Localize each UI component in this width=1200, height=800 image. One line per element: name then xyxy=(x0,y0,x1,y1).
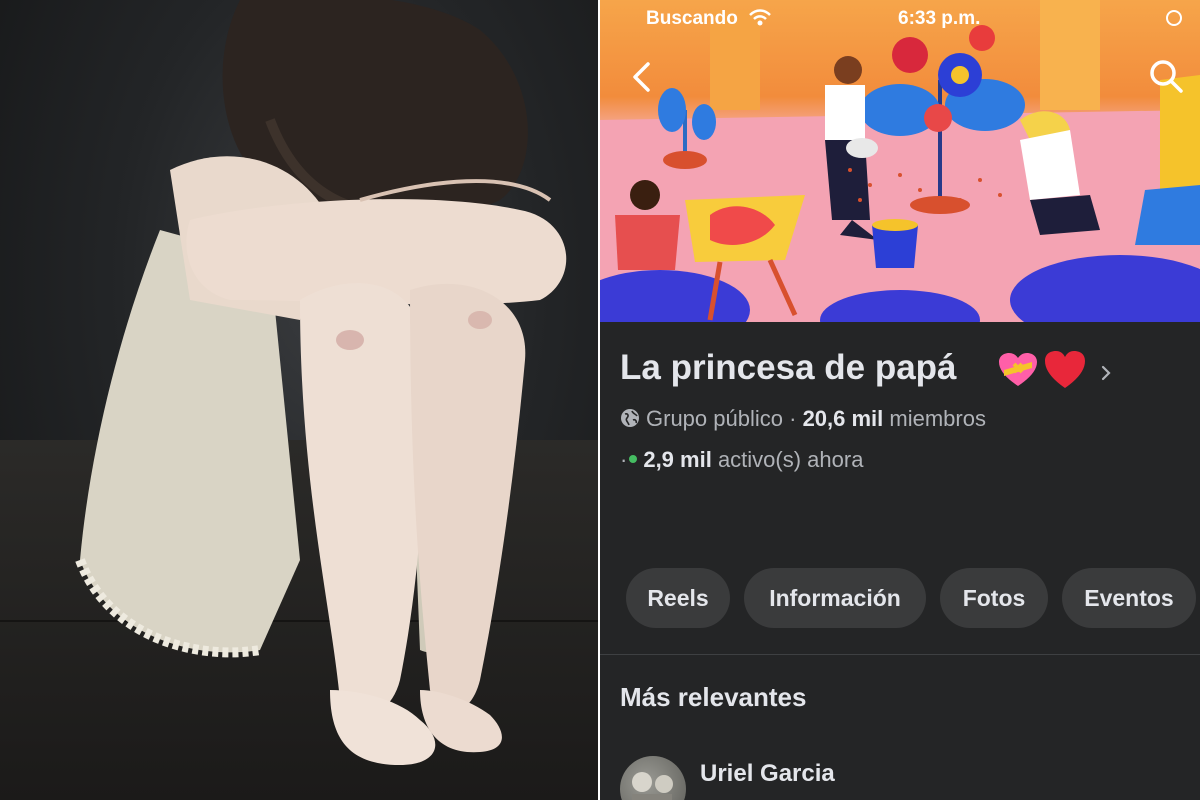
section-divider xyxy=(600,654,1200,655)
members-label: miembros xyxy=(889,406,986,431)
carrier-label: Buscando xyxy=(646,8,738,29)
back-button[interactable] xyxy=(624,58,662,96)
chevron-right-icon[interactable] xyxy=(1098,362,1114,384)
cover-illustration xyxy=(600,0,1200,322)
group-activity: · 2,9 mil activo(s) ahora xyxy=(620,447,863,473)
meta-separator-2: · xyxy=(620,447,628,472)
group-name[interactable]: La princesa de papá xyxy=(620,348,957,388)
active-label: activo(s) ahora xyxy=(717,447,864,472)
chevron-left-icon xyxy=(633,62,650,92)
status-bar: Buscando 6:33 p.m. xyxy=(600,6,1200,32)
facebook-group-page: Buscando 6:33 p.m. La princesa de papá G… xyxy=(600,0,1200,800)
avatar-image xyxy=(632,772,673,800)
heart-with-ribbon-emoji xyxy=(999,353,1037,386)
members-count: 20,6 mil xyxy=(802,406,884,431)
meta-separator: · xyxy=(789,406,797,431)
group-cover-image: Buscando 6:33 p.m. xyxy=(600,0,1200,322)
search-button[interactable] xyxy=(1146,56,1186,96)
location-icon xyxy=(1166,10,1182,26)
search-icon xyxy=(1150,60,1183,93)
group-privacy-members: Grupo público · 20,6 mil miembros xyxy=(620,406,986,432)
active-status-dot xyxy=(629,455,638,463)
red-heart-emoji xyxy=(1045,351,1085,388)
avatar[interactable] xyxy=(620,756,686,800)
post-author-name[interactable]: Uriel Garcia xyxy=(700,760,835,788)
wifi-icon xyxy=(748,8,772,34)
tab-information[interactable]: Información xyxy=(744,568,926,628)
active-count: 2,9 mil xyxy=(643,447,712,472)
child-figure xyxy=(75,0,567,765)
feed-sort-title[interactable]: Más relevantes xyxy=(620,682,806,713)
tab-reels[interactable]: Reels xyxy=(626,568,730,628)
clock-label: 6:33 p.m. xyxy=(898,8,981,29)
privacy-label: Grupo público xyxy=(646,406,783,431)
sad-child-photo xyxy=(0,0,600,800)
globe-icon xyxy=(621,409,639,427)
tab-events[interactable]: Eventos xyxy=(1062,568,1196,628)
tab-photos[interactable]: Fotos xyxy=(940,568,1048,628)
